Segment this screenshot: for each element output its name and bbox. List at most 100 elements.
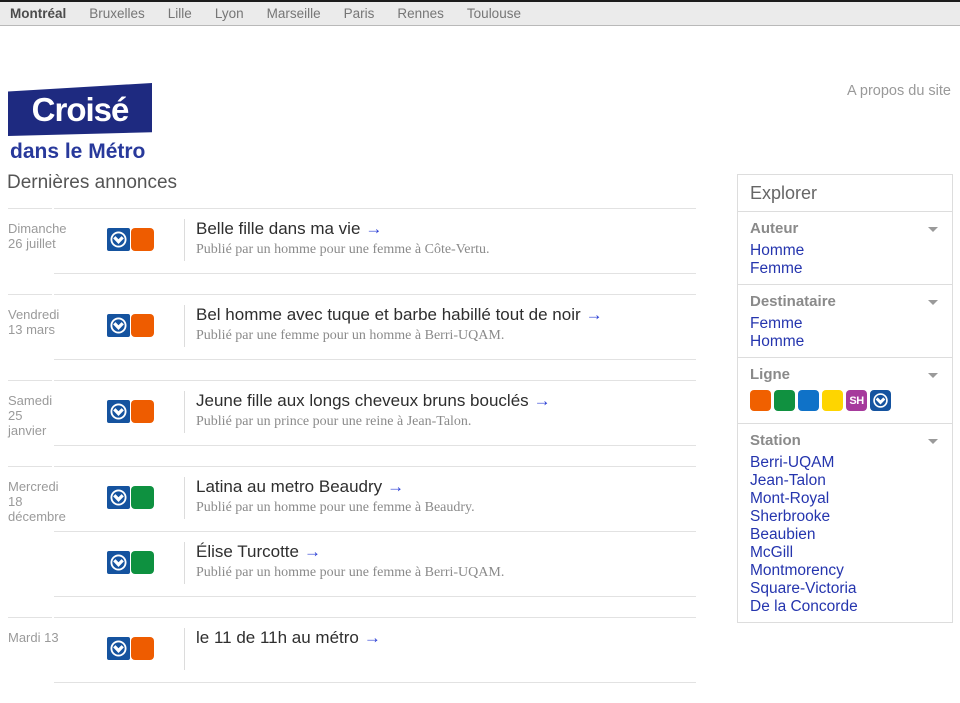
- ad-entry: Latina au metro Beaudry→ Publié par un h…: [54, 467, 696, 531]
- ad-title-link[interactable]: Jeune fille aux longs cheveux bruns bouc…: [196, 391, 551, 411]
- explorer-title: Explorer: [738, 175, 952, 212]
- section-station-header[interactable]: Station: [750, 432, 940, 450]
- explorer-panel: Explorer Auteur Homme Femme Destinataire…: [737, 174, 953, 623]
- page-header: Croisé dans le Métro A propos du site: [0, 26, 960, 160]
- filter-station-montmorency[interactable]: Montmorency: [750, 562, 940, 580]
- ad-title-link[interactable]: Belle fille dans ma vie→: [196, 219, 490, 239]
- section-label: Destinataire: [750, 293, 836, 311]
- ad-group: Vendredi 13 mars Bel homme avec tuque et…: [7, 294, 696, 360]
- chevron-down-icon: [928, 227, 938, 232]
- date-line: Mardi 13: [8, 630, 86, 645]
- ad-title-link[interactable]: Latina au metro Beaudry→: [196, 477, 475, 497]
- ad-title-text: Jeune fille aux longs cheveux bruns bouc…: [196, 391, 529, 410]
- ad-group: Mercredi 18 décembre Latina au met: [7, 466, 696, 597]
- ad-date: Dimanche 26 juillet: [7, 208, 54, 274]
- chevron-down-icon: [928, 439, 938, 444]
- section-label: Station: [750, 432, 801, 450]
- stm-metro-icon: [107, 400, 130, 423]
- ad-date: Mardi 13: [7, 617, 54, 683]
- line-green-filter[interactable]: [774, 390, 795, 411]
- filter-destinataire-homme[interactable]: Homme: [750, 333, 940, 351]
- latest-ads-section: Dernières annonces Dimanche 26 juillet: [7, 160, 696, 703]
- ad-group: Samedi 25 janvier Jeune fille aux: [7, 380, 696, 446]
- chevron-down-icon: [928, 373, 938, 378]
- arrow-right-icon: →: [304, 542, 321, 561]
- filter-destinataire-femme[interactable]: Femme: [750, 315, 940, 333]
- filter-station-berri-uqam[interactable]: Berri-UQAM: [750, 454, 940, 472]
- ad-title-text: Belle fille dans ma vie: [196, 219, 360, 238]
- ad-group: Mardi 13 le 11 de 11h au métro →: [7, 617, 696, 683]
- line-orange-filter[interactable]: [750, 390, 771, 411]
- line-blue-filter[interactable]: [798, 390, 819, 411]
- section-label: Ligne: [750, 366, 790, 384]
- filter-auteur-femme[interactable]: Femme: [750, 260, 940, 278]
- filter-station-sherbrooke[interactable]: Sherbrooke: [750, 508, 940, 526]
- city-link-lyon[interactable]: Lyon: [215, 6, 244, 21]
- city-nav-bar: Montréal Bruxelles Lille Lyon Marseille …: [0, 0, 960, 26]
- date-line: Mercredi: [8, 479, 86, 494]
- date-line: Vendredi: [8, 307, 86, 322]
- city-link-bruxelles[interactable]: Bruxelles: [89, 6, 145, 21]
- ad-entry: Belle fille dans ma vie→ Publié par un h…: [54, 209, 696, 273]
- date-line: 13 mars: [8, 322, 86, 337]
- date-line: 18: [8, 494, 86, 509]
- city-link-paris[interactable]: Paris: [344, 6, 375, 21]
- ad-description: Publié par un homme pour une femme à Bea…: [196, 500, 475, 516]
- ad-description: Publié par un homme pour une femme à Côt…: [196, 242, 490, 258]
- ad-title-link[interactable]: le 11 de 11h au métro →: [196, 628, 381, 648]
- ad-description: Publié par un prince pour une reine à Je…: [196, 414, 551, 430]
- stm-metro-icon[interactable]: [870, 390, 891, 411]
- logo-box: Croisé: [8, 83, 152, 136]
- ad-entry: le 11 de 11h au métro →: [54, 618, 696, 682]
- ad-title-link[interactable]: Bel homme avec tuque et barbe habillé to…: [196, 305, 603, 325]
- ad-title-text: le 11 de 11h au métro: [196, 628, 359, 647]
- arrow-right-icon: →: [387, 477, 404, 496]
- ad-icons: [107, 305, 184, 347]
- city-link-toulouse[interactable]: Toulouse: [467, 6, 521, 21]
- metro-line-icon: [131, 486, 154, 509]
- stm-metro-icon: [107, 637, 130, 660]
- date-line: Dimanche: [8, 221, 86, 236]
- about-site-link[interactable]: A propos du site: [847, 83, 951, 99]
- ad-entry: Bel homme avec tuque et barbe habillé to…: [54, 295, 696, 359]
- filter-station-beaubien[interactable]: Beaubien: [750, 526, 940, 544]
- arrow-right-icon: →: [364, 628, 381, 647]
- filter-station-mcgill[interactable]: McGill: [750, 544, 940, 562]
- ad-date: Vendredi 13 mars: [7, 294, 54, 360]
- metro-line-icon: [131, 551, 154, 574]
- section-destinataire-header[interactable]: Destinataire: [750, 293, 940, 311]
- ad-title-link[interactable]: Élise Turcotte→: [196, 542, 504, 562]
- city-link-lille[interactable]: Lille: [168, 6, 192, 21]
- filter-station-square-victoria[interactable]: Square-Victoria: [750, 580, 940, 598]
- line-yellow-filter[interactable]: [822, 390, 843, 411]
- date-line: Samedi: [8, 393, 86, 408]
- section-station: Station Berri-UQAM Jean-Talon Mont-Royal…: [738, 424, 952, 622]
- filter-station-jean-talon[interactable]: Jean-Talon: [750, 472, 940, 490]
- ad-entry: Élise Turcotte→ Publié par un homme pour…: [54, 531, 696, 596]
- stm-metro-icon: [107, 314, 130, 337]
- section-ligne-header[interactable]: Ligne: [750, 366, 940, 384]
- date-line: 25: [8, 408, 86, 423]
- line-sh-filter[interactable]: SH: [846, 390, 867, 411]
- ad-entry: Jeune fille aux longs cheveux bruns bouc…: [54, 381, 696, 445]
- section-auteur-header[interactable]: Auteur: [750, 220, 940, 238]
- site-logo[interactable]: Croisé dans le Métro: [8, 83, 152, 164]
- city-link-rennes[interactable]: Rennes: [397, 6, 444, 21]
- metro-line-icon: [131, 400, 154, 423]
- stm-metro-icon: [107, 551, 130, 574]
- metro-line-icon: [131, 637, 154, 660]
- ad-icons: [107, 391, 184, 433]
- filter-station-mont-royal[interactable]: Mont-Royal: [750, 490, 940, 508]
- stm-metro-icon: [107, 486, 130, 509]
- city-link-marseille[interactable]: Marseille: [267, 6, 321, 21]
- date-line: 26 juillet: [8, 236, 86, 251]
- filter-station-de-la-concorde[interactable]: De la Concorde: [750, 598, 940, 616]
- ad-group: Dimanche 26 juillet Belle fille dans ma …: [7, 208, 696, 274]
- ad-description: Publié par une femme pour un homme à Ber…: [196, 328, 603, 344]
- filter-auteur-homme[interactable]: Homme: [750, 242, 940, 260]
- arrow-right-icon: →: [586, 305, 603, 324]
- ad-icons: [107, 477, 184, 519]
- chevron-down-icon: [928, 300, 938, 305]
- city-link-montreal[interactable]: Montréal: [10, 6, 66, 21]
- sh-label: SH: [849, 395, 863, 407]
